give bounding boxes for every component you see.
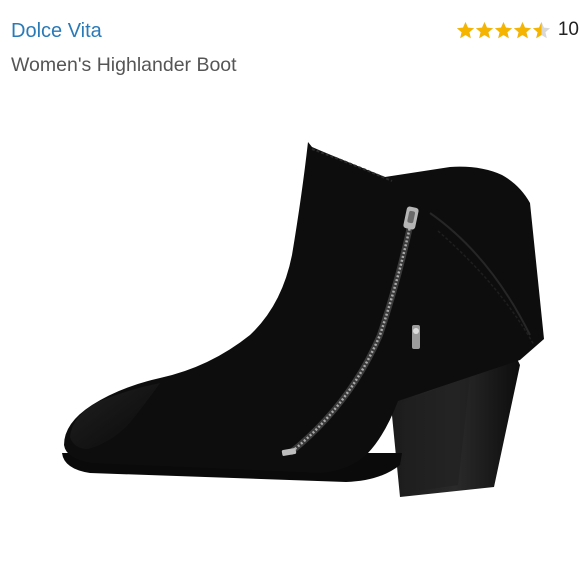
product-image[interactable]: [50, 135, 550, 535]
brand-link[interactable]: Dolce Vita: [11, 19, 102, 43]
star-rating: [456, 21, 551, 40]
rating-widget[interactable]: 10: [456, 16, 580, 44]
product-name: Women's Highlander Boot: [11, 54, 237, 76]
star-icon: [494, 21, 512, 38]
star-icon: [513, 21, 531, 38]
star-icon: [532, 21, 550, 38]
star-icon: [456, 21, 474, 38]
review-count[interactable]: 10: [558, 19, 579, 41]
star-icon: [475, 21, 493, 38]
